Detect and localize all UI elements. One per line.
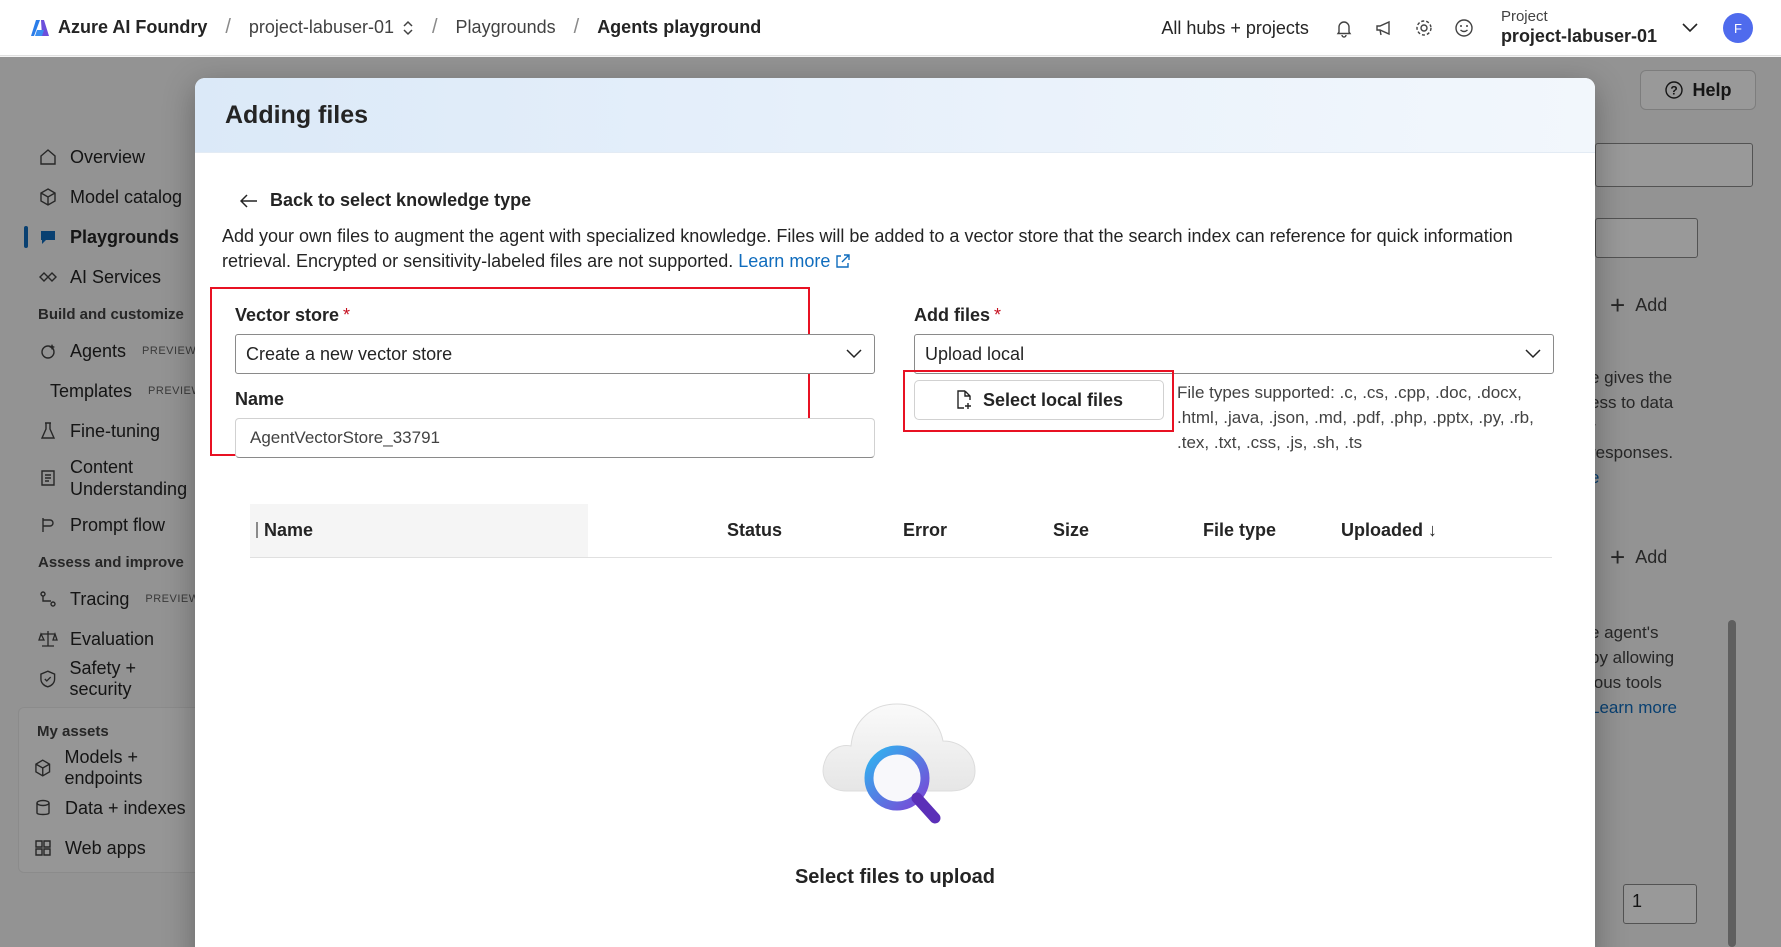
avatar[interactable]: F — [1723, 13, 1753, 43]
breadcrumb-playgrounds[interactable]: Playgrounds — [456, 17, 556, 38]
chevron-updown-icon — [403, 20, 413, 35]
column-header-uploaded[interactable]: Uploaded ↓ — [1341, 520, 1437, 541]
column-resize-handle[interactable] — [256, 522, 260, 538]
cloud-search-icon — [822, 703, 976, 824]
breadcrumb-current: Agents playground — [597, 17, 762, 37]
project-selector[interactable]: Project project-labuser-01 — [1501, 8, 1657, 48]
gear-icon[interactable] — [1413, 17, 1435, 39]
vector-store-value: Create a new vector store — [246, 343, 453, 364]
breadcrumb-separator: / — [573, 16, 580, 38]
add-files-value: Upload local — [925, 343, 1025, 364]
column-header-size[interactable]: Size — [1053, 520, 1089, 541]
brand[interactable]: Azure AI Foundry — [30, 17, 207, 38]
column-header-error[interactable]: Error — [903, 520, 947, 541]
name-field[interactable]: AgentVectorStore_33791 — [235, 418, 875, 458]
project-name: project-labuser-01 — [1500, 26, 1657, 47]
smiley-icon[interactable] — [1453, 17, 1475, 39]
document-add-icon — [957, 390, 971, 409]
vector-store-label: Vector store * — [235, 305, 350, 326]
dialog-title: Adding files — [195, 78, 1595, 153]
vector-store-label-text: Vector store — [235, 305, 340, 325]
azure-ai-logo-icon — [31, 19, 49, 36]
learn-more-label: Learn more — [738, 251, 831, 271]
add-files-dropdown[interactable]: Upload local — [914, 334, 1554, 374]
project-label: Project — [1500, 8, 1548, 26]
chevron-down-icon — [1525, 349, 1541, 359]
column-header-file-type[interactable]: File type — [1203, 520, 1276, 541]
brand-name: Azure AI Foundry — [58, 17, 208, 37]
add-files-label: Add files * — [914, 305, 1001, 326]
bell-icon[interactable] — [1333, 17, 1355, 39]
back-link[interactable]: Back to select knowledge type — [240, 190, 531, 211]
vector-store-dropdown[interactable]: Create a new vector store — [235, 334, 875, 374]
breadcrumb-project[interactable]: project-labuser-01 — [249, 17, 414, 38]
all-hubs-link[interactable]: All hubs + projects — [1161, 18, 1309, 39]
external-link-icon — [836, 254, 851, 268]
chevron-down-icon — [846, 349, 862, 359]
top-bar: Azure AI Foundry / project-labuser-01 / … — [0, 0, 1781, 56]
top-right-controls: All hubs + projects Project project-labu… — [1161, 0, 1781, 56]
file-types-text: File types supported: .c, .cs, .cpp, .do… — [1177, 383, 1534, 452]
megaphone-icon[interactable] — [1373, 17, 1395, 39]
empty-state-text: Select files to upload — [794, 866, 996, 888]
dialog-description: Add your own files to augment the agent … — [222, 224, 1582, 274]
description-text: Add your own files to augment the agent … — [222, 226, 1513, 271]
select-local-files-label: Select local files — [982, 389, 1124, 410]
learn-more-link[interactable]: Learn more — [738, 251, 851, 271]
column-header-status[interactable]: Status — [727, 520, 782, 541]
breadcrumb-separator: / — [431, 16, 438, 38]
arrow-left-icon — [240, 193, 257, 208]
adding-files-dialog: Adding files Back to select knowledge ty… — [195, 78, 1595, 947]
column-header-name[interactable]: Name — [264, 520, 313, 541]
add-files-label-text: Add files — [914, 305, 991, 325]
required-marker: * — [994, 305, 1002, 325]
select-local-files-button[interactable]: Select local files — [914, 380, 1164, 420]
chevron-down-icon[interactable] — [1681, 22, 1699, 34]
required-marker: * — [343, 305, 351, 325]
breadcrumb-project-label: project-labuser-01 — [248, 17, 394, 37]
files-table-header: Name Status Error Size File type Uploade… — [250, 504, 1552, 558]
breadcrumb-separator: / — [225, 16, 231, 38]
name-label: Name — [235, 389, 285, 409]
back-link-label: Back to select knowledge type — [270, 190, 532, 210]
